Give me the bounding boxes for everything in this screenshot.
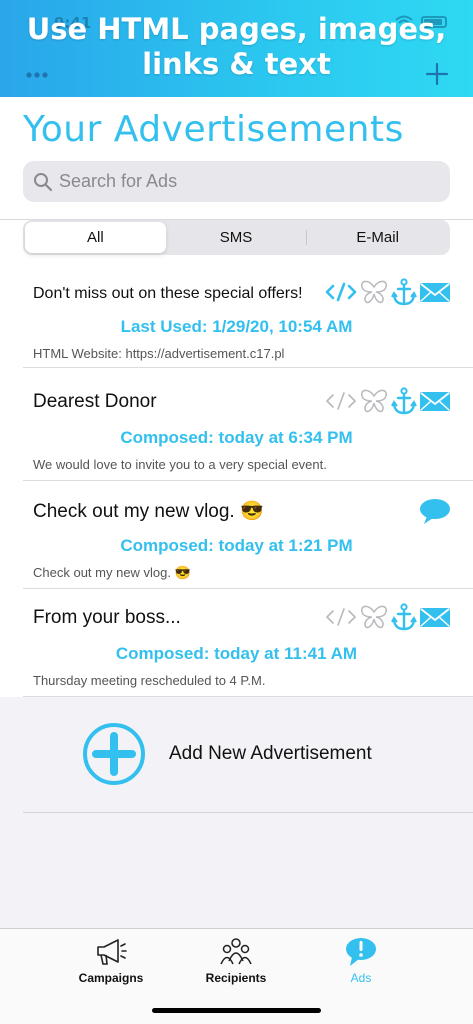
tab-recipients[interactable]: Recipients xyxy=(176,937,296,985)
ads-list: Don't miss out on these special offers! … xyxy=(0,260,473,697)
add-circle-icon xyxy=(83,723,145,785)
ad-title: Don't miss out on these special offers! xyxy=(33,285,303,302)
html-icon xyxy=(326,608,356,626)
tab-label: Campaigns xyxy=(78,971,144,985)
more-icon[interactable] xyxy=(24,63,50,83)
tab-campaigns[interactable]: Campaigns xyxy=(51,937,171,985)
banner-title: Use HTML pages, images, links & text xyxy=(0,12,473,82)
ad-title: Check out my new vlog. 😎 xyxy=(33,501,264,522)
tab-label: Ads xyxy=(350,971,372,985)
tab-label: Recipients xyxy=(205,971,267,985)
html-icon xyxy=(325,282,357,302)
ad-status: Composed: today at 11:41 AM xyxy=(115,644,358,663)
segmented-control: All SMS E-Mail xyxy=(23,220,450,255)
ad-status: Composed: today at 1:21 PM xyxy=(120,536,353,555)
ad-subtitle: We would love to invite you to a very sp… xyxy=(33,457,327,472)
segment-sms[interactable]: SMS xyxy=(166,222,307,253)
speech-bubble-icon xyxy=(346,938,376,966)
banner-title-line2: links & text xyxy=(142,47,331,81)
anchor-icon xyxy=(391,387,417,415)
ad-status: Composed: today at 6:34 PM xyxy=(120,428,353,447)
promo-banner: 9:41 Use HTML pages, images, links & tex… xyxy=(0,0,473,97)
butterfly-icon xyxy=(360,389,388,413)
mail-icon xyxy=(420,392,450,411)
list-item[interactable]: Dearest Donor Composed: today at 6:34 PM… xyxy=(0,373,473,481)
ad-status: Last Used: 1/29/20, 10:54 AM xyxy=(120,317,353,336)
chat-bubble-icon xyxy=(420,499,450,524)
home-indicator xyxy=(152,1008,321,1013)
html-icon xyxy=(326,392,356,410)
add-new-ad-button[interactable]: Add New Advertisement xyxy=(0,697,473,813)
ad-subtitle: HTML Website: https://advertisement.c17.… xyxy=(33,346,285,361)
anchor-icon xyxy=(391,603,417,631)
search-icon xyxy=(34,172,53,191)
list-item[interactable]: Check out my new vlog. 😎 Composed: today… xyxy=(0,481,473,589)
butterfly-icon xyxy=(360,280,388,304)
megaphone-icon xyxy=(97,939,127,965)
add-divider xyxy=(23,812,473,813)
list-item[interactable]: From your boss... Composed: today at 11:… xyxy=(0,589,473,697)
ad-subtitle: Check out my new vlog. 😎 xyxy=(33,565,191,580)
add-new-ad-label: Add New Advertisement xyxy=(169,743,372,764)
add-plus-icon[interactable] xyxy=(425,62,449,86)
people-icon xyxy=(220,938,252,965)
mail-icon xyxy=(420,283,450,302)
ad-icons xyxy=(325,278,451,306)
search-bar[interactable]: Search for Ads xyxy=(23,161,450,202)
search-placeholder: Search for Ads xyxy=(59,171,178,191)
segment-all[interactable]: All xyxy=(25,222,166,253)
ad-icons xyxy=(325,387,451,415)
header: Your Advertisements Search for Ads xyxy=(0,97,473,221)
tab-ads[interactable]: Ads xyxy=(301,937,421,985)
ad-title: Dearest Donor xyxy=(33,391,157,412)
segment-bar: All SMS E-Mail xyxy=(0,220,473,260)
ad-icons xyxy=(325,603,451,631)
anchor-icon xyxy=(391,278,417,306)
banner-title-line1: Use HTML pages, images, xyxy=(26,12,447,46)
row-divider xyxy=(23,367,473,368)
ad-title: From your boss... xyxy=(33,607,181,628)
page-title: Your Advertisements xyxy=(23,109,404,150)
ad-icons xyxy=(419,497,451,525)
list-item[interactable]: Don't miss out on these special offers! … xyxy=(0,260,473,368)
mail-icon xyxy=(420,608,450,627)
ad-subtitle: Thursday meeting rescheduled to 4 P.M. xyxy=(33,673,266,688)
butterfly-icon xyxy=(360,605,388,629)
segment-email[interactable]: E-Mail xyxy=(307,222,448,253)
